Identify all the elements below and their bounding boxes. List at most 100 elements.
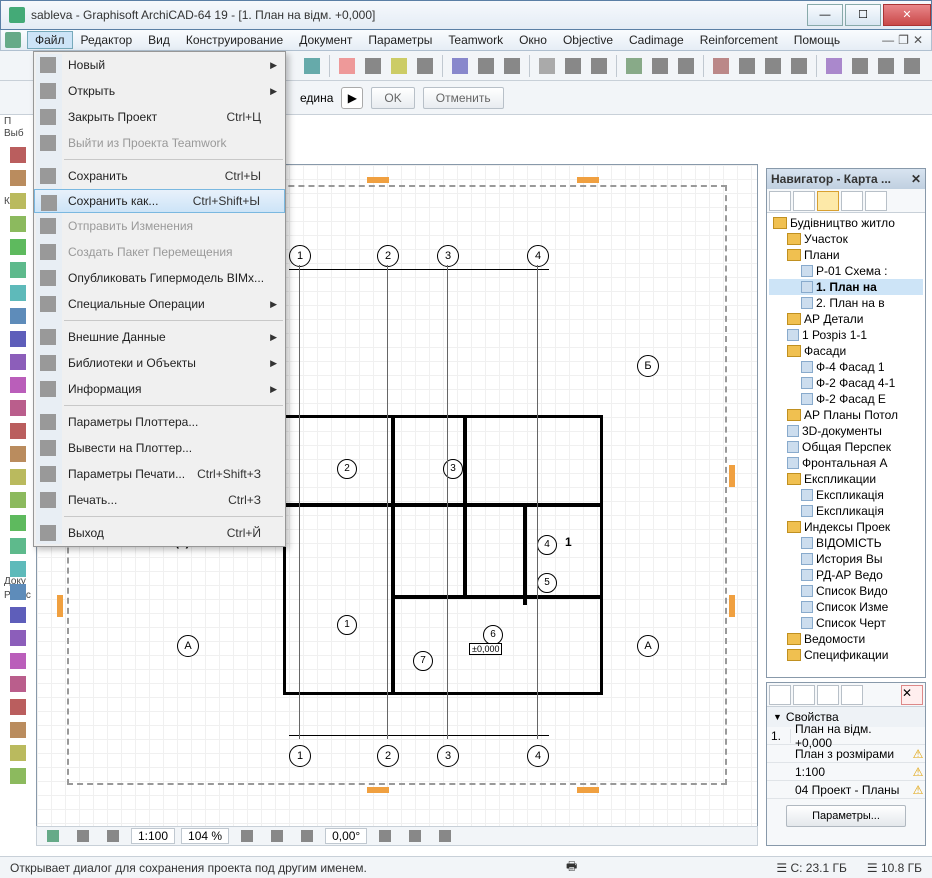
vb-btn-5[interactable] [265,824,289,848]
tree-node-5[interactable]: 2. План на в [769,295,923,311]
filemenu-item-19[interactable]: Печать...Ctrl+З [34,487,285,513]
tree-node-11[interactable]: Ф-2 Фасад Е [769,391,923,407]
zoom-field[interactable]: 104 % [181,828,229,844]
menu-конструирование[interactable]: Конструирование [178,31,291,49]
minimize-button[interactable]: — [807,4,843,26]
vb-btn-6[interactable] [295,824,319,848]
toolbox-btn-8[interactable] [6,328,30,350]
vb-btn-7[interactable] [373,824,397,848]
tool-u[interactable] [874,54,898,78]
filemenu-item-5[interactable]: СохранитьCtrl+Ы [34,163,285,189]
menu-objective[interactable]: Objective [555,31,621,49]
filemenu-item-10[interactable]: Специальные Операции▶ [34,291,285,317]
tree-node-12[interactable]: АР Планы Потол [769,407,923,423]
tool-d[interactable] [387,54,411,78]
menu-teamwork[interactable]: Teamwork [440,31,511,49]
filemenu-item-17[interactable]: Вывести на Плоттер... [34,435,285,461]
cancel-button[interactable]: Отменить [423,87,504,109]
menu-вид[interactable]: Вид [140,31,178,49]
toolbox-btn-9[interactable] [6,351,30,373]
toolbox-btn-27[interactable] [6,765,30,787]
tree-node-21[interactable]: История Вы [769,551,923,567]
close-button[interactable]: ✕ [883,4,931,26]
toolbox-btn-3[interactable] [6,213,30,235]
nav-tab-1[interactable] [769,191,791,211]
tool-l[interactable] [622,54,646,78]
tool-b[interactable] [335,54,359,78]
tree-node-25[interactable]: Список Черт [769,615,923,631]
tree-node-6[interactable]: АР Детали [769,311,923,327]
tool-e[interactable] [413,54,437,78]
tree-node-24[interactable]: Список Изме [769,599,923,615]
tool-n[interactable] [674,54,698,78]
toolbox-btn-20[interactable] [6,604,30,626]
tool-k[interactable] [587,54,611,78]
vb-btn-9[interactable] [433,824,457,848]
prop-btn-delete[interactable]: ✕ [901,685,923,705]
filemenu-item-9[interactable]: Опубликовать Гипермодель BIMx... [34,265,285,291]
tool-m[interactable] [648,54,672,78]
vb-btn-1[interactable] [41,824,65,848]
filemenu-item-0[interactable]: Новый▶ [34,52,285,78]
tree-node-2[interactable]: Плани [769,247,923,263]
scale-field[interactable]: 1:100 [131,828,175,844]
toolbox-btn-7[interactable] [6,305,30,327]
toolbox-btn-10[interactable] [6,374,30,396]
tool-t[interactable] [848,54,872,78]
toolbox-btn-26[interactable] [6,742,30,764]
prop-btn-4[interactable] [841,685,863,705]
toolbox-btn-19[interactable] [6,581,30,603]
tree-node-18[interactable]: Експликація [769,503,923,519]
tree-node-22[interactable]: РД-АР Ведо [769,567,923,583]
tree-node-8[interactable]: Фасади [769,343,923,359]
prop-row-3[interactable]: 04 Проект - Планы⚠ [767,781,925,799]
toolbox-btn-2[interactable] [6,190,30,212]
tree-node-4[interactable]: 1. План на [769,279,923,295]
toolbox-btn-24[interactable] [6,696,30,718]
menu-файл[interactable]: Файл [27,31,73,49]
toolbox-btn-1[interactable] [6,167,30,189]
context-play[interactable]: ▶ [341,87,363,109]
tool-j[interactable] [561,54,585,78]
toolbox-btn-15[interactable] [6,489,30,511]
menu-параметры[interactable]: Параметры [360,31,440,49]
tree-node-10[interactable]: Ф-2 Фасад 4-1 [769,375,923,391]
filemenu-item-2[interactable]: Закрыть ПроектCtrl+Ц [34,104,285,130]
nav-tab-3[interactable] [817,191,839,211]
tree-node-27[interactable]: Спецификации [769,647,923,663]
toolbox-btn-23[interactable] [6,673,30,695]
tree-node-15[interactable]: Фронтальная А [769,455,923,471]
vb-btn-3[interactable] [101,824,125,848]
angle-field[interactable]: 0,00° [325,828,367,844]
toolbox-btn-21[interactable] [6,627,30,649]
toolbox-btn-14[interactable] [6,466,30,488]
navigator-tree[interactable]: Будівництво житлоУчастокПланиР-01 Схема … [767,213,925,677]
prop-row-2[interactable]: 1:100⚠ [767,763,925,781]
toolbox-btn-17[interactable] [6,535,30,557]
menu-reinforcement[interactable]: Reinforcement [692,31,786,49]
tool-h[interactable] [500,54,524,78]
tree-node-0[interactable]: Будівництво житло [769,215,923,231]
toolbox-btn-18[interactable] [6,558,30,580]
tree-node-17[interactable]: Експликація [769,487,923,503]
filemenu-item-16[interactable]: Параметры Плоттера... [34,409,285,435]
filemenu-item-18[interactable]: Параметры Печати...Ctrl+Shift+З [34,461,285,487]
tool-o[interactable] [709,54,733,78]
menu-окно[interactable]: Окно [511,31,555,49]
toolbox-btn-6[interactable] [6,282,30,304]
toolbox-btn-4[interactable] [6,236,30,258]
prop-btn-3[interactable] [817,685,839,705]
prop-row-0[interactable]: 1.План на відм. +0,000 [767,727,925,745]
mdi-close[interactable]: ✕ [913,33,923,47]
tool-s[interactable] [822,54,846,78]
menu-редактор[interactable]: Редактор [73,31,141,49]
tool-g[interactable] [474,54,498,78]
tree-node-9[interactable]: Ф-4 Фасад 1 [769,359,923,375]
toolbox-btn-13[interactable] [6,443,30,465]
nav-tab-5[interactable] [865,191,887,211]
filemenu-item-14[interactable]: Информация▶ [34,376,285,402]
tree-node-1[interactable]: Участок [769,231,923,247]
prop-btn-1[interactable] [769,685,791,705]
filemenu-item-13[interactable]: Библиотеки и Объекты▶ [34,350,285,376]
nav-tab-4[interactable] [841,191,863,211]
